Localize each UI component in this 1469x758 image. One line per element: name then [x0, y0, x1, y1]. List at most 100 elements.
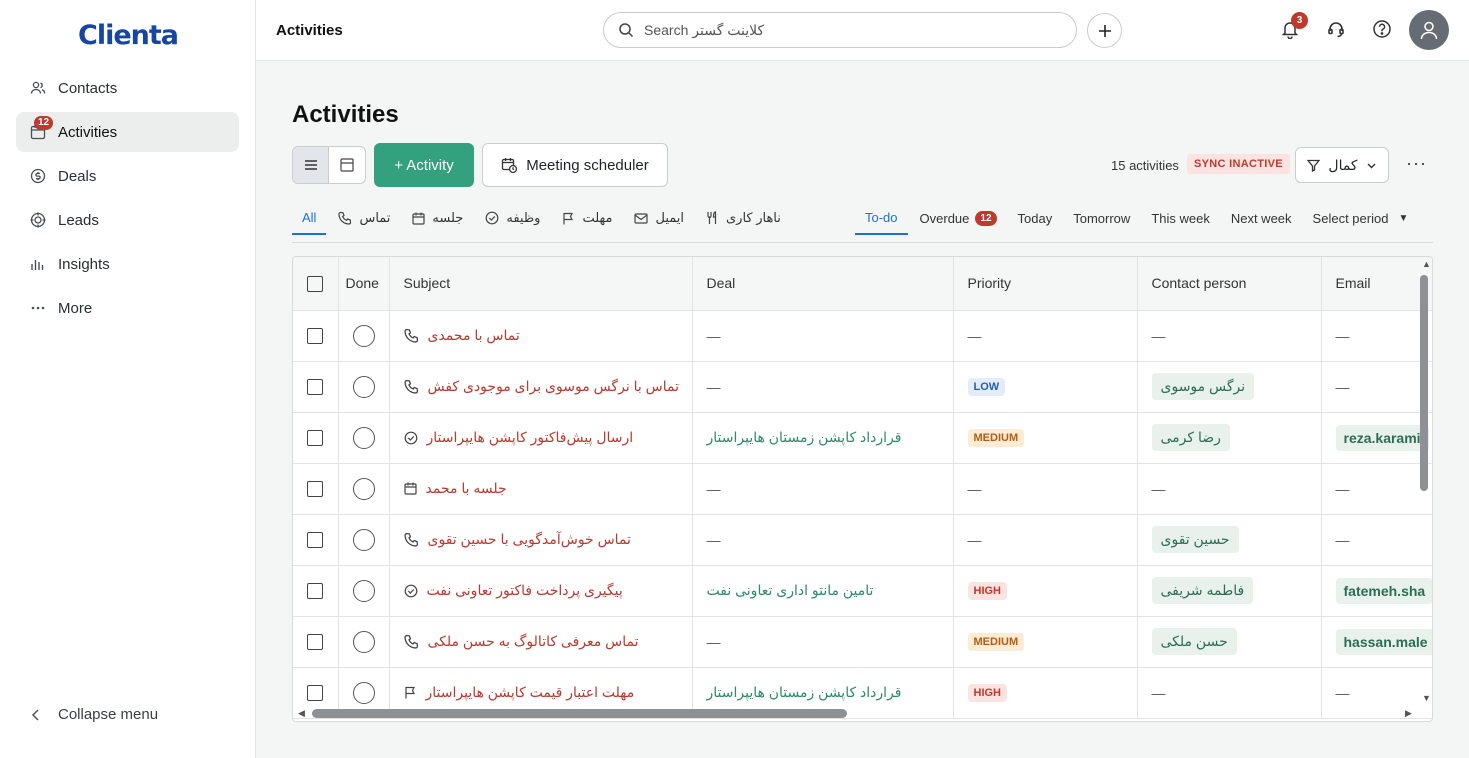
tab-task[interactable]: وظیفه — [485, 201, 540, 235]
row-checkbox[interactable] — [307, 583, 324, 600]
deal-link[interactable]: تامین مانتو اداری تعاونی نفت — [707, 582, 874, 598]
mark-done-toggle[interactable] — [352, 477, 375, 500]
table-row[interactable]: پیگیری پرداخت فاکتور تعاونی نفت تامین ما… — [293, 565, 1432, 617]
calendar-icon — [412, 212, 426, 225]
contact-person-chip[interactable]: حسن ملکی — [1151, 628, 1237, 655]
row-checkbox[interactable] — [307, 379, 324, 396]
sidebar-item-leads[interactable]: Leads — [16, 200, 239, 240]
column-header-contact-person[interactable]: Contact person — [1137, 257, 1322, 311]
tab-today[interactable]: Today — [1018, 201, 1053, 235]
scroll-left-arrow[interactable]: ◀ — [298, 708, 305, 719]
list-view-button[interactable] — [293, 147, 330, 183]
search-input[interactable] — [644, 22, 1044, 38]
more-options-button[interactable]: ··· — [1406, 153, 1427, 174]
contact-person-chip[interactable]: فاطمه شریفی — [1151, 577, 1254, 604]
subject-link[interactable]: تماس با نرگس موسوی برای موجودی کفش — [403, 378, 692, 395]
subject-link[interactable]: پیگیری پرداخت فاکتور تعاونی نفت — [404, 582, 692, 599]
flag-icon — [562, 212, 575, 225]
mark-done-toggle[interactable] — [352, 426, 375, 449]
row-checkbox[interactable] — [307, 430, 324, 447]
subject-link[interactable]: تماس معرفی کاتالوگ به حسن ملکی — [403, 633, 692, 650]
done-cell — [338, 514, 390, 566]
tab-all[interactable]: All — [292, 201, 327, 235]
vertical-scrollbar-thumb[interactable] — [1420, 275, 1428, 491]
search-bar[interactable] — [603, 12, 1077, 48]
row-select-cell — [293, 412, 339, 464]
headset-icon — [1326, 19, 1348, 39]
row-checkbox[interactable] — [307, 634, 324, 651]
sidebar-item-insights[interactable]: Insights — [16, 244, 239, 284]
tab-meeting[interactable]: جلسه — [412, 201, 463, 235]
sidebar-item-contacts[interactable]: Contacts — [16, 68, 239, 108]
scroll-up-arrow[interactable]: ▲ — [1422, 259, 1431, 269]
page-title: Activities — [292, 101, 399, 128]
column-header-deal[interactable]: Deal — [692, 257, 954, 311]
row-checkbox[interactable] — [307, 685, 324, 702]
tab-overdue[interactable]: Overdue 12 — [920, 201, 997, 235]
tab-tomorrow[interactable]: Tomorrow — [1073, 201, 1130, 235]
priority-cell: MEDIUM — [953, 616, 1138, 668]
tab-next-week[interactable]: Next week — [1231, 201, 1292, 235]
select-all-checkbox[interactable] — [307, 275, 324, 292]
select-period-dropdown[interactable]: Select period ▼ — [1313, 201, 1409, 235]
row-checkbox[interactable] — [307, 481, 324, 498]
mark-done-toggle[interactable] — [352, 375, 375, 398]
contact-person-chip[interactable]: حسین تقوی — [1151, 526, 1239, 553]
table-row[interactable]: تماس با نرگس موسوی برای موجودی کفش — LOW… — [293, 361, 1432, 413]
tab-todo[interactable]: To-do — [855, 201, 908, 235]
help-button[interactable] — [1372, 19, 1394, 41]
email-chip[interactable]: reza.karami — [1335, 424, 1429, 451]
sidebar-item-activities[interactable]: 12 Activities — [16, 112, 239, 152]
add-activity-button[interactable]: + Activity — [374, 143, 474, 187]
collapse-menu-button[interactable]: Collapse menu — [28, 706, 158, 723]
table-header-row: Done Subject Deal Priority Contact perso… — [293, 257, 1432, 311]
subject-link[interactable]: جلسه با محمد — [403, 480, 692, 497]
mark-done-toggle[interactable] — [352, 324, 375, 347]
column-header-subject[interactable]: Subject — [389, 257, 693, 311]
app-logo[interactable]: Clienta — [78, 20, 179, 51]
mark-done-toggle[interactable] — [352, 681, 375, 704]
user-avatar[interactable] — [1409, 10, 1449, 50]
subject-link[interactable]: تماس با محمدی — [403, 327, 692, 344]
tab-call[interactable]: تماس — [338, 201, 390, 235]
quick-add-button[interactable] — [1087, 13, 1122, 48]
email-cell: hassan.male — [1321, 616, 1432, 668]
contact-person-chip[interactable]: نرگس موسوی — [1151, 373, 1255, 400]
tab-this-week[interactable]: This week — [1151, 201, 1210, 235]
scroll-down-arrow[interactable]: ▼ — [1422, 693, 1431, 703]
calendar-view-button[interactable] — [329, 147, 365, 183]
contact-person-chip[interactable]: رضا کرمی — [1151, 424, 1230, 451]
deal-link[interactable]: قرارداد کاپشن زمستان هایپراستار — [707, 429, 902, 445]
subject-link[interactable]: ارسال پیش‌فاکتور کاپشن هایپراستار — [404, 429, 692, 446]
mark-done-toggle[interactable] — [352, 579, 375, 602]
column-header-email[interactable]: Email — [1321, 257, 1432, 311]
horizontal-scrollbar-thumb[interactable] — [312, 709, 847, 718]
table-row[interactable]: تماس با محمدی — — — — — [293, 310, 1432, 362]
tab-deadline[interactable]: مهلت — [562, 201, 612, 235]
support-button[interactable] — [1326, 19, 1348, 41]
subject-link[interactable]: مهلت اعتبار قیمت کاپشن هایپراستار — [404, 684, 692, 701]
row-checkbox[interactable] — [307, 532, 324, 549]
table-row[interactable]: ارسال پیش‌فاکتور کاپشن هایپراستار قراردا… — [293, 412, 1432, 464]
owner-filter-dropdown[interactable]: کمال — [1295, 147, 1389, 183]
email-chip[interactable]: fatemeh.sha — [1335, 577, 1432, 604]
sidebar-item-deals[interactable]: Deals — [16, 156, 239, 196]
priority-cell: — — [953, 514, 1138, 566]
mark-done-toggle[interactable] — [352, 528, 375, 551]
tab-lunch[interactable]: ناهار کاری — [706, 201, 781, 235]
table-row[interactable]: تماس معرفی کاتالوگ به حسن ملکی — MEDIUM … — [293, 616, 1432, 668]
tab-email[interactable]: ایمیل — [634, 201, 684, 235]
column-header-priority[interactable]: Priority — [953, 257, 1138, 311]
table-row[interactable]: تماس خوش‌آمدگویی با حسین تقوی — — حسین ت… — [293, 514, 1432, 566]
mark-done-toggle[interactable] — [352, 630, 375, 653]
deal-link[interactable]: قرارداد کاپشن زمستان هایپراستار — [707, 684, 902, 700]
email-chip[interactable]: hassan.male — [1335, 628, 1432, 655]
table-row[interactable]: جلسه با محمد — — — — — [293, 463, 1432, 515]
column-header-done[interactable]: Done — [338, 257, 390, 311]
subject-link[interactable]: تماس خوش‌آمدگویی با حسین تقوی — [403, 531, 692, 548]
scroll-right-arrow[interactable]: ▶ — [1405, 708, 1412, 719]
meeting-scheduler-button[interactable]: Meeting scheduler — [482, 143, 668, 187]
sidebar-item-more[interactable]: More — [16, 288, 239, 328]
row-checkbox[interactable] — [307, 328, 324, 345]
sync-status-badge[interactable]: SYNC INACTIVE — [1187, 154, 1290, 174]
